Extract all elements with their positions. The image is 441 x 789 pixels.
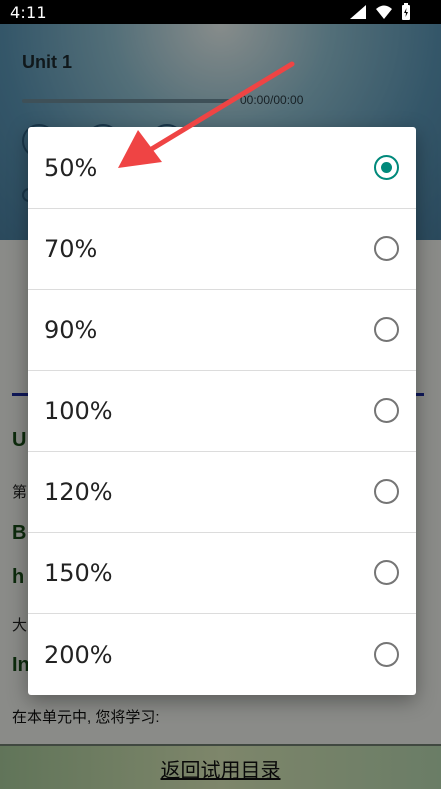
radio-unselected-icon[interactable] [374,642,399,667]
radio-unselected-icon[interactable] [374,317,399,342]
option-label: 70% [44,234,98,263]
status-bar: 4:11 [0,0,441,24]
radio-selected-icon[interactable] [374,155,399,180]
playback-speed-dialog: 50% 70% 90% 100% 120% 150% 200% [28,127,416,695]
option-label: 200% [44,640,113,669]
status-time: 4:11 [10,2,47,22]
speed-option-200[interactable]: 200% [28,614,416,695]
option-label: 100% [44,396,113,425]
speed-option-120[interactable]: 120% [28,451,416,532]
status-icons [349,3,411,21]
radio-unselected-icon[interactable] [374,398,399,423]
radio-unselected-icon[interactable] [374,236,399,261]
speed-option-70[interactable]: 70% [28,208,416,289]
wifi-icon [376,5,392,19]
signal-icon [350,5,366,19]
speed-option-150[interactable]: 150% [28,532,416,613]
option-label: 120% [44,477,113,506]
speed-option-90[interactable]: 90% [28,289,416,370]
option-label: 150% [44,558,113,587]
radio-unselected-icon[interactable] [374,560,399,585]
radio-unselected-icon[interactable] [374,479,399,504]
battery-icon [402,3,410,20]
option-label: 50% [44,153,98,182]
option-label: 90% [44,315,98,344]
speed-option-100[interactable]: 100% [28,370,416,451]
speed-option-50[interactable]: 50% [28,127,416,208]
